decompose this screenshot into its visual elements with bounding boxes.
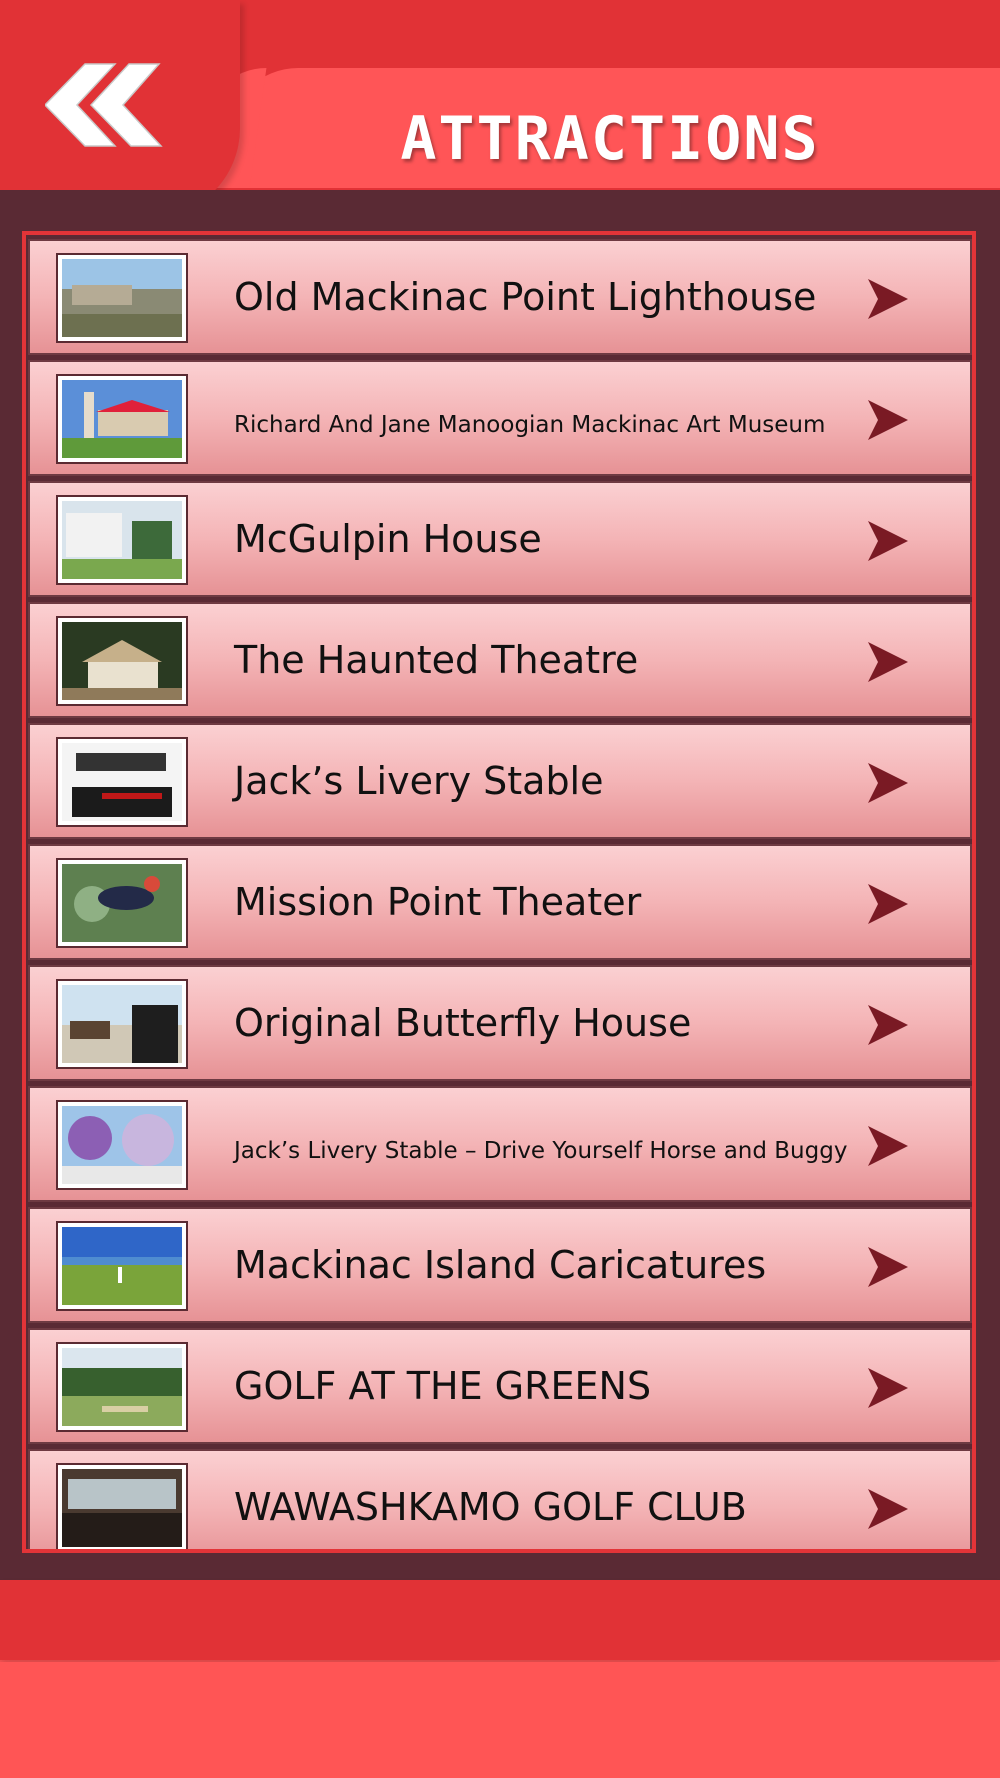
chevron-right-icon (866, 640, 910, 684)
attraction-label: McGulpin House (234, 517, 542, 561)
list-item[interactable]: Mission Point Theater (28, 844, 972, 960)
footer-area (0, 1662, 1000, 1778)
list-item[interactable]: Richard And Jane Manoogian Mackinac Art … (28, 360, 972, 476)
double-chevron-left-icon (43, 63, 163, 147)
attraction-label: Jack’s Livery Stable – Drive Yourself Ho… (234, 1138, 848, 1164)
attraction-label: Mackinac Island Caricatures (234, 1243, 767, 1287)
attraction-label: Richard And Jane Manoogian Mackinac Art … (234, 412, 826, 438)
attraction-thumbnail (56, 616, 188, 706)
attraction-thumbnail (56, 858, 188, 948)
chevron-right-icon (866, 1003, 910, 1047)
footer-bar (0, 1580, 1000, 1660)
list-item[interactable]: Old Mackinac Point Lighthouse (28, 239, 972, 355)
list-item[interactable]: WAWASHKAMO GOLF CLUB (28, 1449, 972, 1549)
page-title: ATTRACTIONS (400, 104, 820, 174)
attraction-label: Old Mackinac Point Lighthouse (234, 275, 817, 319)
chevron-right-icon (866, 277, 910, 321)
attraction-thumbnail (56, 253, 188, 343)
chevron-right-icon (866, 1245, 910, 1289)
chevron-right-icon (866, 398, 910, 442)
attraction-thumbnail (56, 737, 188, 827)
chevron-right-icon (866, 882, 910, 926)
attraction-thumbnail (56, 1221, 188, 1311)
attraction-label: WAWASHKAMO GOLF CLUB (234, 1485, 747, 1529)
list-item[interactable]: McGulpin House (28, 481, 972, 597)
chevron-right-icon (866, 1366, 910, 1410)
chevron-right-icon (866, 761, 910, 805)
attraction-thumbnail (56, 1342, 188, 1432)
attraction-thumbnail (56, 1100, 188, 1190)
attraction-thumbnail (56, 979, 188, 1069)
chevron-right-icon (866, 1487, 910, 1531)
list-item[interactable]: The Haunted Theatre (28, 602, 972, 718)
attraction-label: The Haunted Theatre (234, 638, 639, 682)
attraction-thumbnail (56, 374, 188, 464)
list-item[interactable]: Mackinac Island Caricatures (28, 1207, 972, 1323)
attraction-label: GOLF AT THE GREENS (234, 1364, 652, 1408)
attraction-thumbnail (56, 495, 188, 585)
attraction-label: Jack’s Livery Stable (234, 759, 604, 803)
list-item[interactable]: Jack’s Livery Stable (28, 723, 972, 839)
chevron-right-icon (866, 1124, 910, 1168)
attraction-label: Mission Point Theater (234, 880, 642, 924)
chevron-right-icon (866, 519, 910, 563)
list-item[interactable]: GOLF AT THE GREENS (28, 1328, 972, 1444)
attraction-thumbnail (56, 1463, 188, 1549)
attractions-list-frame: Old Mackinac Point Lighthouse Richard And… (22, 231, 976, 1553)
back-button[interactable] (43, 62, 165, 148)
list-item[interactable]: Jack’s Livery Stable – Drive Yourself Ho… (28, 1086, 972, 1202)
attraction-label: Original Butterfly House (234, 1001, 692, 1045)
list-item[interactable]: Original Butterfly House (28, 965, 972, 1081)
